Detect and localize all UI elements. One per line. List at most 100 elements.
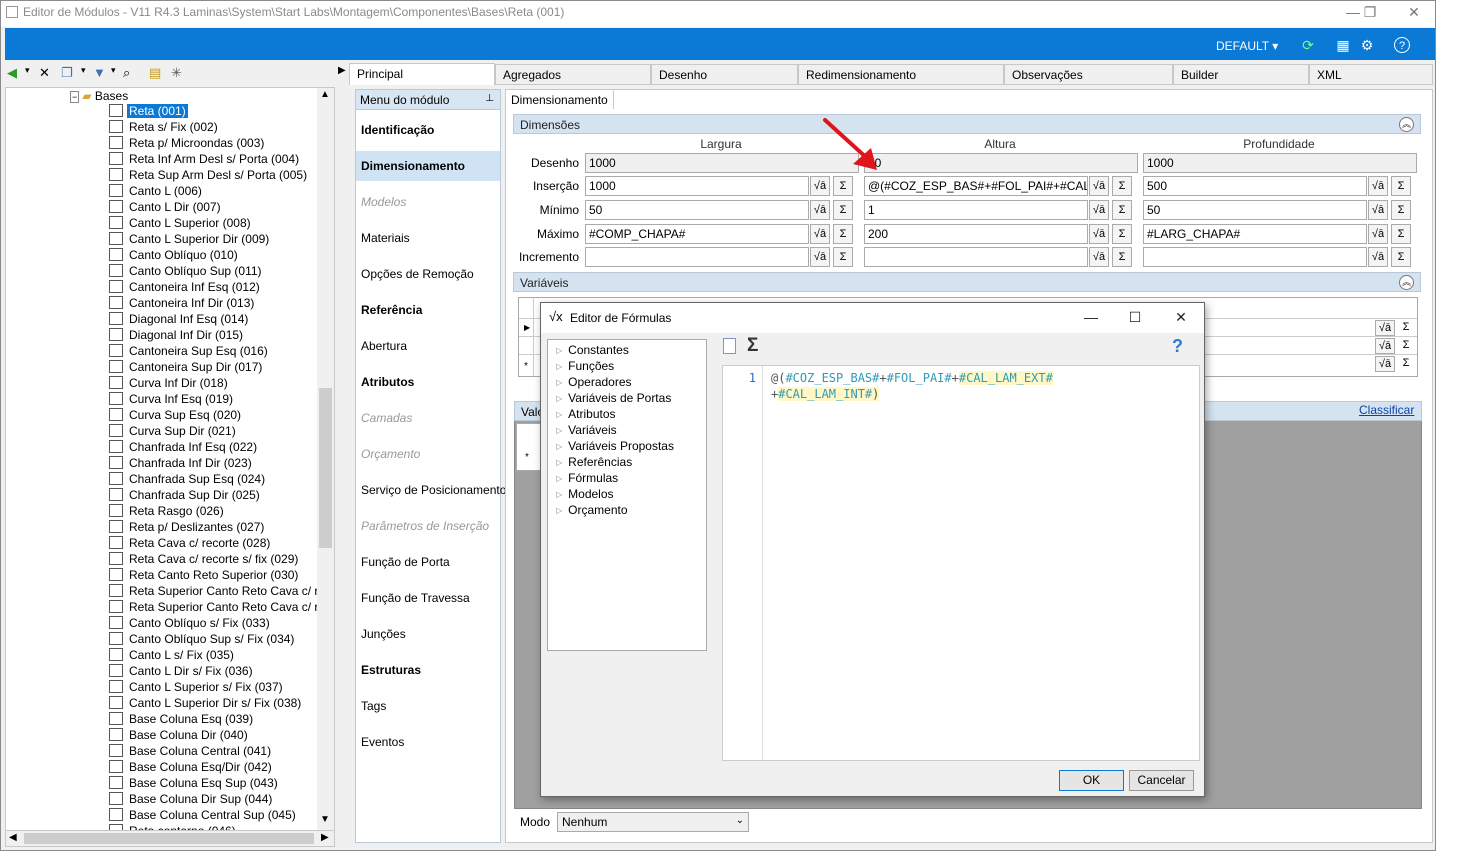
tab-0[interactable]: Principal [349,63,495,85]
tree-item[interactable]: Reta Superior Canto Reto Cava c/ reco [109,600,334,616]
back-dropdown-icon[interactable]: ▾ [25,65,30,76]
sum-icon[interactable]: Σ [1112,200,1132,220]
tree-item[interactable]: Base Coluna Esq/Dir (042) [109,760,274,776]
dimension-field[interactable]: #LARG_CHAPA# [1143,224,1367,244]
tree-item[interactable]: Canto Oblíquo s/ Fix (033) [109,616,272,632]
dimension-field[interactable]: 1 [864,200,1088,220]
formula-category[interactable]: ▷ Atributos [556,407,616,421]
find-icon[interactable]: ⌕ [123,65,130,81]
sum-icon[interactable]: Σ [833,224,853,244]
menu-item[interactable]: Identificação [356,115,500,145]
tab-2[interactable]: Desenho [651,64,798,85]
close-icon[interactable]: ✕ [1171,308,1191,326]
tree-item[interactable]: Base Coluna Central (041) [109,744,273,760]
formula-category[interactable]: ▷ Constantes [556,343,629,357]
tree-item[interactable]: Reta Cava c/ recorte (028) [109,536,272,552]
menu-item[interactable]: Camadas [356,403,500,433]
classificar-link[interactable]: Classificar [1359,403,1414,417]
tree-item[interactable]: Base Coluna Esq (039) [109,712,255,728]
menu-item[interactable]: Abertura [356,331,500,361]
tree-item[interactable]: Reta (001) [109,104,188,120]
menu-item[interactable]: Função de Porta [356,547,500,577]
tree-item[interactable]: Cantoneira Inf Dir (013) [109,296,256,312]
formula-icon[interactable]: √ā [810,247,830,267]
scroll-thumb[interactable] [319,388,332,548]
tree-item[interactable]: Base Coluna Dir Sup (044) [109,792,274,808]
dimension-field[interactable]: 200 [864,224,1088,244]
tree-item[interactable]: Cantoneira Sup Esq (016) [109,344,270,360]
menu-item[interactable]: Atributos [356,367,500,397]
sum-icon[interactable]: Σ [1391,224,1411,244]
help-icon[interactable]: ? [1172,336,1183,357]
tree-item[interactable]: Canto Oblíquo (010) [109,248,240,264]
menu-item[interactable]: Modelos [356,187,500,217]
sum-icon[interactable]: Σ [833,247,853,267]
tree-item[interactable]: Curva Inf Esq (019) [109,392,235,408]
menu-item[interactable]: Função de Travessa [356,583,500,613]
sum-icon[interactable]: Σ [1391,200,1411,220]
menu-item[interactable]: Dimensionamento [356,151,500,181]
formula-icon[interactable]: √ā [810,200,830,220]
refresh-icon[interactable]: ⟳ [1299,37,1317,53]
collapse-panel-icon[interactable]: ▶ [338,65,346,76]
tree-item[interactable]: Reta s/ Fix (002) [109,120,220,136]
tree-item[interactable]: Chanfrada Sup Dir (025) [109,488,262,504]
move-down-icon[interactable]: ▼ [93,65,106,80]
expand-icon[interactable]: − [70,91,80,103]
layout-icon[interactable]: ▦ [1334,37,1352,53]
formula-icon[interactable]: √ā [1375,338,1395,354]
tree-item[interactable]: Canto L Dir s/ Fix (036) [109,664,255,680]
tree-item[interactable]: Reta p/ Deslizantes (027) [109,520,266,536]
sum-icon[interactable]: Σ [833,176,853,196]
tree-item[interactable]: Chanfrada Inf Esq (022) [109,440,259,456]
menu-item[interactable]: Junções [356,619,500,649]
expand-icon[interactable]: ▷ [556,490,562,499]
collapse-icon[interactable]: ︽ [1399,117,1414,132]
dimension-field[interactable]: @(#COZ_ESP_BAS#+#FOL_PAI#+#CAL [864,176,1088,196]
formula-category[interactable]: ▷ Fórmulas [556,471,618,485]
tree-folder-bases[interactable]: − ▰ Bases [70,89,128,103]
tree-item[interactable]: Canto L (006) [109,184,204,200]
menu-item[interactable]: Eventos [356,727,500,757]
formula-category[interactable]: ▷ Orçamento [556,503,628,517]
move-dropdown-icon[interactable]: ▾ [111,65,116,76]
tree-item[interactable]: Base Coluna Central Sup (045) [109,808,298,824]
tree-item[interactable]: Canto Oblíquo Sup s/ Fix (034) [109,632,296,648]
expand-icon[interactable]: ▷ [556,394,562,403]
expand-icon[interactable]: ▷ [556,458,562,467]
tree-item[interactable]: Chanfrada Inf Dir (023) [109,456,254,472]
dimension-field[interactable] [1143,247,1367,267]
dimension-field[interactable]: 50 [585,200,809,220]
formula-icon[interactable]: √ā [1375,320,1395,336]
sum-icon[interactable]: Σ [1391,176,1411,196]
tab-5[interactable]: Builder [1173,64,1309,85]
tree-item[interactable]: Canto L Superior s/ Fix (037) [109,680,285,696]
sum-icon[interactable]: Σ [1112,224,1132,244]
copy-icon[interactable]: ❐ [61,65,73,81]
formula-category[interactable]: ▷ Variáveis de Portas [556,391,671,405]
collapse-icon[interactable]: ︽ [1399,275,1414,290]
tree-item[interactable]: Canto L Superior (008) [109,216,253,232]
dimension-field[interactable]: #COMP_CHAPA# [585,224,809,244]
formula-icon[interactable]: √ā [1089,247,1109,267]
copy-dropdown-icon[interactable]: ▾ [81,65,86,76]
tree-item[interactable]: Canto L s/ Fix (035) [109,648,236,664]
expand-icon[interactable]: ▷ [556,378,562,387]
tree-item[interactable]: Reta Canto Reto Superior (030) [109,568,300,584]
tree-item[interactable]: Reta Sup Arm Desl s/ Porta (005) [109,168,309,184]
help-icon[interactable]: ? [1394,37,1410,53]
tree-item[interactable]: Curva Sup Dir (021) [109,424,238,440]
expand-icon[interactable]: ▷ [556,442,562,451]
sum-icon[interactable]: Σ [747,335,758,357]
dimension-field[interactable]: 1000 [585,176,809,196]
formula-category[interactable]: ▷ Variáveis Propostas [556,439,674,453]
formula-category[interactable]: ▷ Referências [556,455,632,469]
tree-item[interactable]: Diagonal Inf Esq (014) [109,312,250,328]
tree-item[interactable]: Reta Superior Canto Reto Cava c/ reco [109,584,334,600]
minimize-icon[interactable]: — [1081,308,1101,326]
tab-3[interactable]: Redimensionamento [798,64,1004,85]
menu-item[interactable]: Materiais [356,223,500,253]
expand-icon[interactable]: ▷ [556,426,562,435]
expand-icon[interactable]: ▷ [556,506,562,515]
sum-icon[interactable]: Σ [1396,320,1416,336]
